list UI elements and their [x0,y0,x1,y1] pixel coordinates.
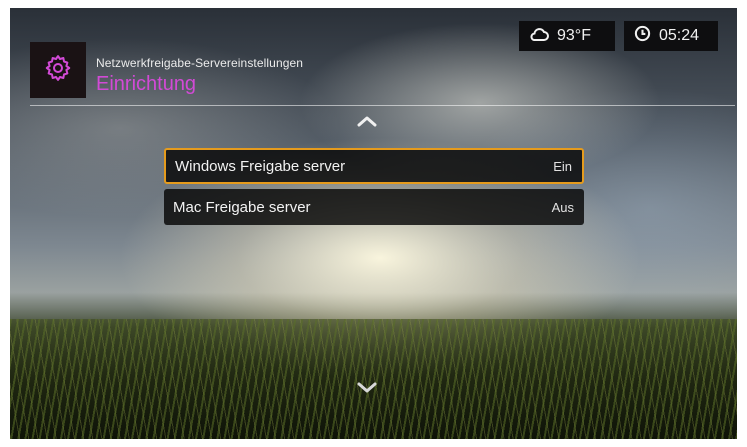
temperature-text: 93°F [557,27,591,44]
mac-share-server-option[interactable]: Mac Freigabe server Aus [164,189,584,225]
time-text: 05:24 [659,27,700,44]
page-subtitle: Netzwerkfreigabe-Servereinstellungen [96,56,304,70]
header-divider [30,105,735,106]
page-title: Einrichtung [96,73,197,95]
chevron-up-icon[interactable] [355,114,379,133]
cloud-icon [529,26,549,47]
weather-widget: 93°F [519,21,615,51]
clock-widget: 05:24 [624,21,718,51]
windows-share-server-option[interactable]: Windows Freigabe server Ein [164,148,584,184]
grass-field [10,319,737,439]
gear-icon [43,53,73,88]
settings-tile [30,42,86,98]
clock-icon [634,25,651,47]
chevron-down-icon[interactable] [355,381,379,400]
option-label: Windows Freigabe server [175,157,346,175]
option-label: Mac Freigabe server [173,198,311,216]
option-value: Aus [551,199,574,215]
option-value: Ein [553,158,572,174]
